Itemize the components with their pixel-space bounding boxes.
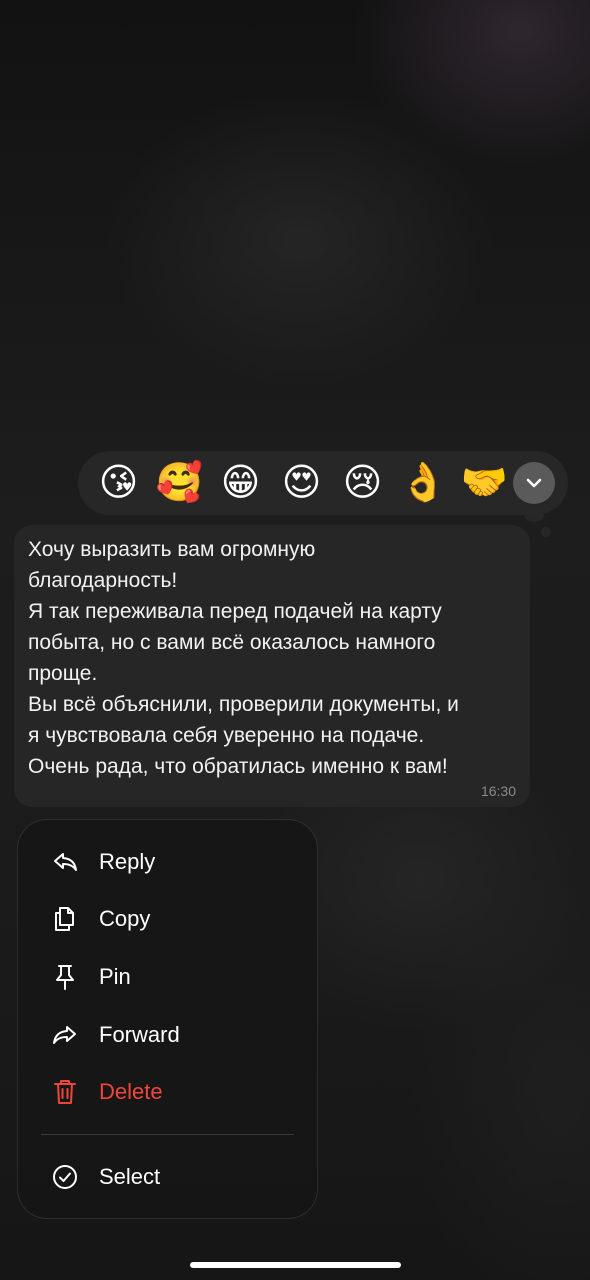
pin-icon <box>50 962 80 992</box>
menu-item-delete[interactable]: Delete <box>18 1065 317 1119</box>
menu-item-forward[interactable]: Forward <box>18 1008 317 1062</box>
check-circle-icon <box>50 1162 80 1192</box>
menu-item-label: Reply <box>99 849 156 874</box>
menu-divider <box>41 1134 294 1135</box>
menu-item-label: Pin <box>99 964 131 989</box>
menu-item-label: Delete <box>99 1079 163 1104</box>
message-text: Хочу выразить вам огромную благодарность… <box>28 538 459 778</box>
reply-icon <box>50 847 80 877</box>
reaction-ok-hand[interactable]: 👌 <box>393 455 454 511</box>
reaction-bar-tail-small <box>541 527 551 537</box>
message-timestamp: 16:30 <box>480 783 516 799</box>
reaction-crying[interactable]: 😢 <box>332 455 393 511</box>
reaction-grin[interactable]: 😁 <box>210 455 271 511</box>
message-bubble[interactable]: Хочу выразить вам огромную благодарность… <box>14 525 530 807</box>
home-indicator[interactable] <box>190 1262 401 1268</box>
reaction-bar: 😘 🥰 😁 😍 😢 👌 🤝 <box>78 451 568 515</box>
trash-icon <box>50 1077 80 1107</box>
menu-item-label: Forward <box>99 1022 180 1047</box>
menu-item-reply[interactable]: Reply <box>18 835 317 889</box>
reaction-handshake[interactable]: 🤝 <box>454 455 515 511</box>
message-context-menu: Reply Copy Pin Forward Delete Select <box>17 819 318 1219</box>
menu-item-label: Select <box>99 1164 161 1189</box>
forward-icon <box>50 1020 80 1050</box>
reaction-heart-eyes[interactable]: 😍 <box>271 455 332 511</box>
reaction-smiling-hearts[interactable]: 🥰 <box>149 455 210 511</box>
reaction-bar-tail <box>524 508 544 522</box>
menu-item-select[interactable]: Select <box>18 1150 317 1204</box>
menu-item-pin[interactable]: Pin <box>18 950 317 1004</box>
copy-icon <box>50 904 80 934</box>
menu-item-copy[interactable]: Copy <box>18 892 317 946</box>
expand-reactions-button[interactable] <box>513 462 555 504</box>
menu-item-label: Copy <box>99 906 151 931</box>
reaction-kissing-heart[interactable]: 😘 <box>88 455 149 511</box>
chevron-down-icon <box>526 478 542 488</box>
